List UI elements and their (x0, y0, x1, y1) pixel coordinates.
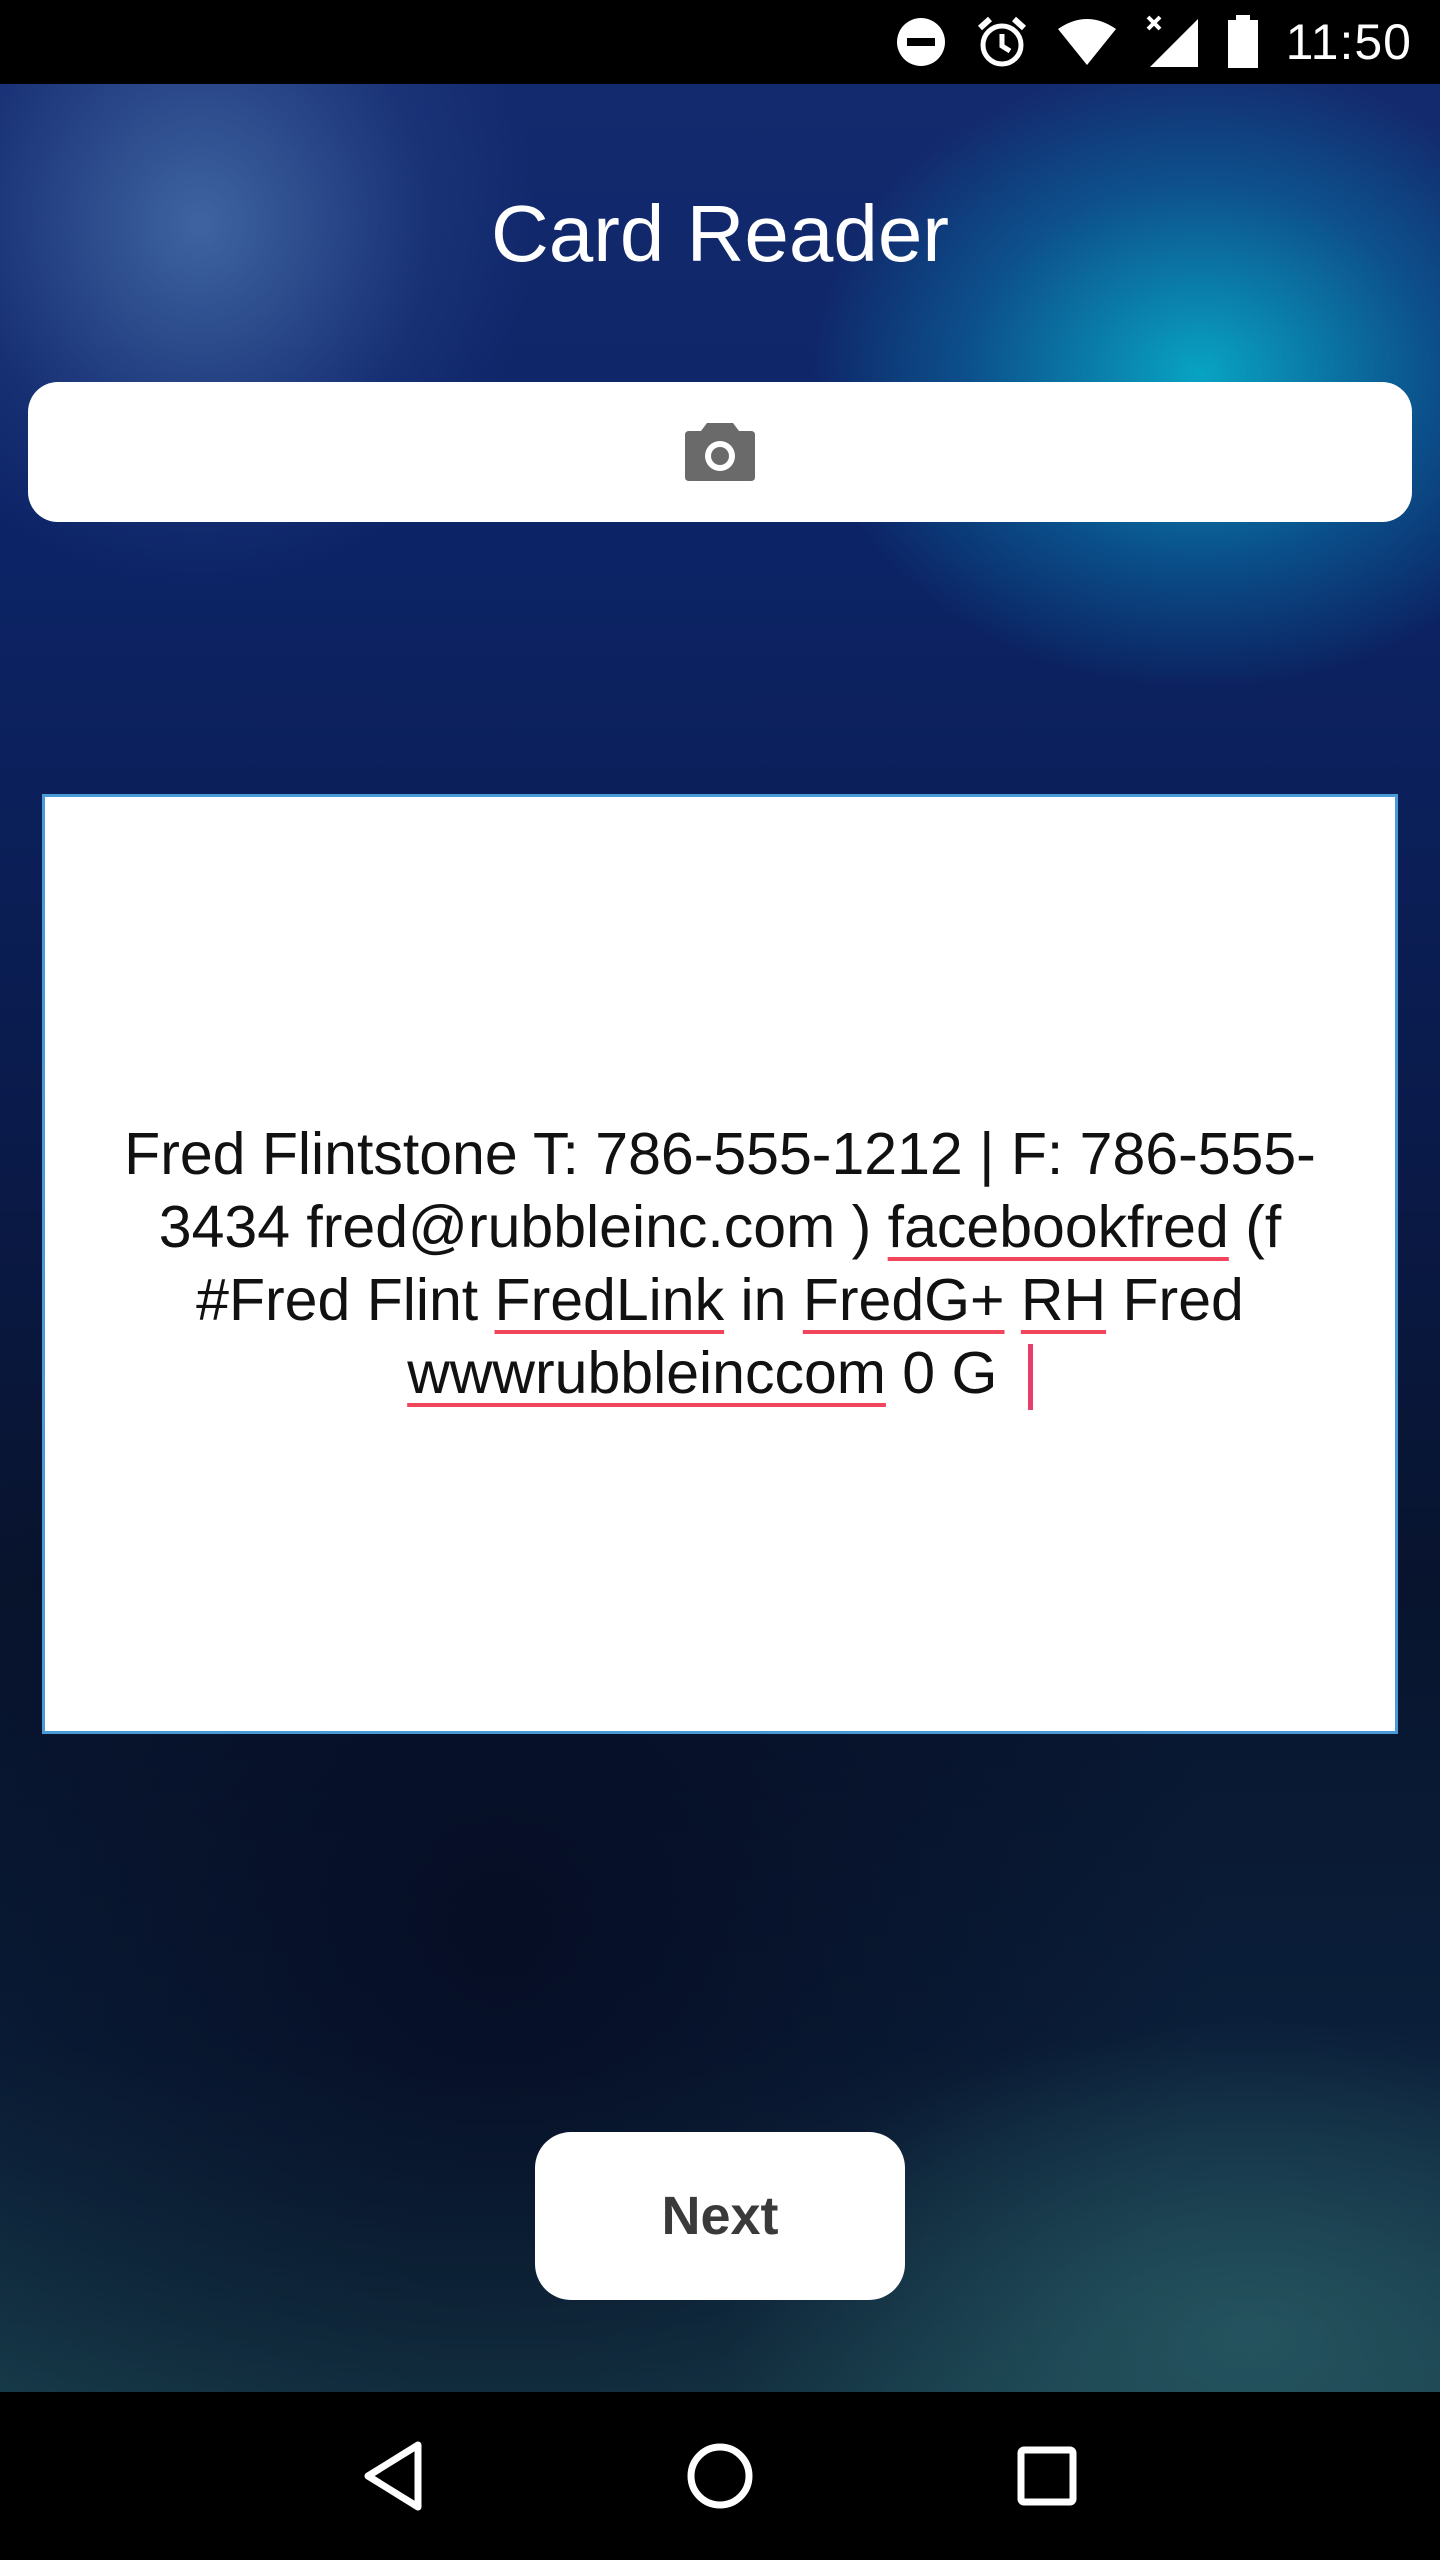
page-title: Card Reader (490, 189, 949, 278)
text-cursor (1027, 1344, 1033, 1411)
status-time: 11:50 (1285, 14, 1412, 70)
recents-icon[interactable] (992, 2421, 1102, 2531)
text-segment (1004, 1267, 1020, 1333)
signal-no-data-icon (1144, 15, 1200, 69)
misspelled-word: FredLink (494, 1266, 725, 1333)
text-segment: 0 G (885, 1339, 1014, 1406)
do-not-disturb-icon (894, 15, 948, 69)
ocr-text-field[interactable]: Fred Flintstone T: 786-555-1212 | F: 786… (42, 794, 1398, 1734)
home-icon[interactable] (665, 2421, 775, 2531)
back-icon[interactable] (338, 2421, 448, 2531)
status-bar: 11:50 (0, 0, 1440, 84)
alarm-icon (974, 14, 1030, 70)
misspelled-word: RH (1020, 1266, 1107, 1333)
navigation-bar (0, 2392, 1440, 2560)
screen: 11:50 Card Reader Fred Flintstone T: 786… (0, 0, 1440, 2560)
text-segment: in (724, 1266, 803, 1333)
text-segment: Fred (1106, 1266, 1244, 1333)
next-button[interactable]: Next (535, 2132, 905, 2300)
misspelled-word: wwwrubbleinccom (407, 1339, 886, 1406)
ocr-text: Fred Flintstone T: 786-555-1212 | F: 786… (75, 1118, 1365, 1411)
battery-icon (1226, 15, 1260, 69)
wifi-icon (1056, 17, 1118, 67)
camera-button[interactable] (28, 382, 1412, 522)
camera-icon (683, 419, 757, 486)
misspelled-word: FredG+ (802, 1266, 1005, 1333)
misspelled-word: facebookfred (887, 1193, 1229, 1260)
